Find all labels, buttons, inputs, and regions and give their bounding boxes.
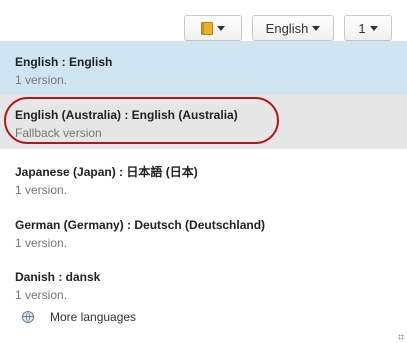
toolbar: English 1: [184, 15, 392, 41]
language-item-subtitle: 1 version.: [15, 73, 68, 87]
book-icon: [201, 21, 213, 35]
book-menu-button[interactable]: [184, 15, 242, 41]
more-languages-link[interactable]: More languages: [22, 310, 136, 324]
language-item-title: Danish : dansk: [15, 270, 101, 284]
language-item-title: English (Australia) : English (Australia…: [15, 108, 238, 122]
version-count-label: 1: [358, 20, 366, 36]
language-item-japanese[interactable]: Japanese (Japan) : 日本語 (日本) 1 version.: [0, 149, 407, 202]
language-item-subtitle: 1 version.: [15, 236, 68, 250]
resize-grip[interactable]: [398, 334, 404, 340]
language-dropdown-label: English: [265, 20, 309, 36]
language-item-title: English : English: [15, 55, 113, 69]
language-item-subtitle: 1 version.: [15, 288, 68, 302]
language-dropdown[interactable]: English: [252, 15, 334, 41]
language-item-subtitle: Fallback version: [15, 126, 102, 140]
language-item-title: German (Germany) : Deutsch (Deutschland): [15, 218, 266, 232]
version-count-dropdown[interactable]: 1: [344, 15, 392, 41]
globe-icon: [22, 311, 34, 323]
language-item-english[interactable]: English : English 1 version.: [0, 41, 407, 95]
chevron-down-icon: [217, 25, 225, 31]
language-item-german[interactable]: German (Germany) : Deutsch (Deutschland)…: [0, 202, 407, 255]
language-versions-panel: English 1 English : English 1 version. E…: [0, 0, 407, 343]
language-list: English : English 1 version. English (Au…: [0, 41, 407, 308]
more-languages-label: More languages: [50, 310, 137, 324]
language-item-title: Japanese (Japan) : 日本語 (日本): [15, 165, 198, 179]
language-item-english-australia[interactable]: English (Australia) : English (Australia…: [0, 95, 407, 149]
chevron-down-icon: [312, 25, 321, 31]
language-item-danish[interactable]: Danish : dansk 1 version.: [0, 255, 407, 308]
chevron-down-icon: [369, 25, 378, 31]
language-item-subtitle: 1 version.: [15, 183, 68, 197]
